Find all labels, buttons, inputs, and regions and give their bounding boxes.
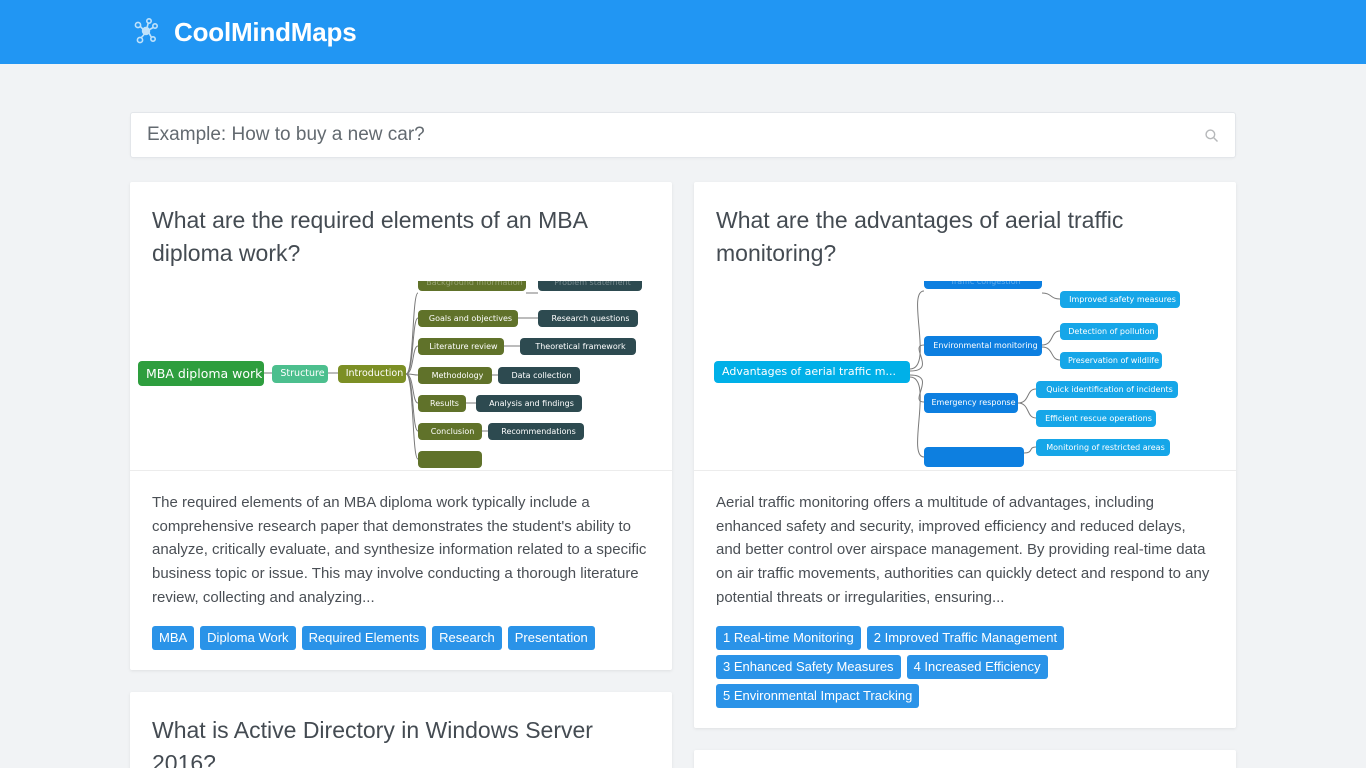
mindmap-node[interactable]: Advantages of aerial traffic m...	[714, 360, 910, 383]
mindmap-node-label: Recommendations	[501, 426, 576, 436]
card-tag[interactable]: 5 Environmental Impact Tracking	[716, 683, 920, 708]
mindmap-node[interactable]: Recommendations	[488, 422, 584, 440]
mindmap-node-label: Detection of pollution	[1068, 326, 1155, 336]
mindmap-canvas: Advantages of aerial traffic m... Traffic…	[694, 280, 1236, 470]
mindmap-node[interactable]: Security surveillance	[924, 446, 1024, 467]
card-tag[interactable]: 2 Improved Traffic Management	[866, 625, 1065, 650]
mindmap-node-label: Problem statement	[554, 280, 631, 288]
mindmap-node[interactable]: Conclusion	[418, 422, 482, 440]
mindmap-node[interactable]: Detection of pollution	[1060, 322, 1158, 340]
mindmap-node[interactable]: Data collection	[498, 366, 580, 384]
mindmap-node[interactable]: Improved safety measures	[1060, 290, 1180, 308]
mindmap-node-label: Analysis and findings	[489, 398, 574, 408]
mindmap-node-label: Research questions	[551, 313, 630, 323]
brand-name: CoolMindMaps	[174, 16, 357, 47]
mindmap-node[interactable]: MBA diploma work	[138, 360, 264, 386]
mindmap-node[interactable]: Preservation of wildlife	[1060, 351, 1162, 369]
mindmap-node-label: Introduction	[345, 368, 404, 380]
mindmap-node-label: Security surveillance	[935, 452, 1019, 461]
mindmap-node-label: Conclusion	[430, 426, 475, 436]
card-excerpt: Aerial traffic monitoring offers a multi…	[716, 493, 1210, 607]
mindmap-node-label: Preservation of wildlife	[1067, 355, 1160, 365]
mindmap-node[interactable]: Methodology	[418, 366, 492, 384]
mindmap-node-label: Monitoring of restricted areas	[1046, 442, 1165, 452]
mindmap-node-label: Improved safety measures	[1069, 294, 1176, 304]
mindmap-node-label: Theoretical framework	[535, 341, 626, 351]
mindmap-viewport[interactable]: MBA diploma work Structure Introduction Bac…	[130, 280, 672, 471]
mindmap-node-label: Results	[430, 398, 459, 408]
card-tag-list: MBA Diploma Work Required Elements Research…	[130, 625, 672, 670]
mindmap-node-label: Advantages of aerial traffic m...	[722, 365, 897, 379]
app-header: CoolMindMaps	[0, 0, 1366, 64]
card-title[interactable]: What are the advantages of aerial traffi…	[694, 182, 1236, 281]
card-tag[interactable]: 3 Enhanced Safety Measures	[716, 654, 901, 679]
network-nodes-icon	[130, 15, 164, 49]
results-column-left: What are the required elements of an MBA…	[130, 182, 672, 768]
mindmap-node[interactable]: Goals and objectives	[418, 309, 518, 327]
card-tag[interactable]: Required Elements	[301, 625, 427, 650]
card-tag[interactable]: 1 Real-time Monitoring	[716, 625, 861, 650]
result-card[interactable]: What are the advantages of aerial traffi…	[694, 182, 1236, 728]
results-column-right: What are the advantages of aerial traffi…	[694, 182, 1236, 768]
search-input[interactable]	[147, 124, 1204, 146]
mindmap-node[interactable]: Literature review	[418, 337, 504, 355]
card-tag[interactable]: Research	[432, 625, 502, 650]
result-card[interactable]: What are the required elements of an MBA…	[130, 182, 672, 670]
mindmap-node-label: Efficient rescue operations	[1045, 413, 1152, 423]
mindmap-node-label: Data collection	[511, 370, 572, 380]
mindmap-node[interactable]: Efficient rescue operations	[1036, 409, 1156, 427]
card-title[interactable]: What is Active Directory in Windows Serv…	[130, 692, 672, 768]
mindmap-viewport[interactable]: Advantages of aerial traffic m... Traffic…	[694, 280, 1236, 471]
mindmap-node[interactable]: Traffic congestion	[924, 280, 1042, 289]
mindmap-canvas: MBA diploma work Structure Introduction Bac…	[130, 280, 672, 470]
mindmap-node[interactable]: Results	[418, 394, 466, 412]
mindmap-node[interactable]: Introduction	[338, 364, 406, 383]
result-card[interactable]: What is Active Directory in Windows Serv…	[130, 691, 672, 768]
results-grid: What are the required elements of an MBA…	[130, 182, 1236, 768]
mindmap-node[interactable]: Theoretical framework	[520, 337, 636, 355]
mindmap-node-label: Traffic congestion	[950, 280, 1021, 287]
card-excerpt: The required elements of an MBA diploma …	[152, 493, 647, 607]
mindmap-node-label: Structure	[280, 368, 325, 380]
mindmap-node-label: References	[430, 455, 474, 464]
card-tag-list: 1 Real-time Monitoring 2 Improved Traffic…	[694, 625, 1236, 728]
card-title[interactable]: What are the required elements of an MBA…	[130, 182, 672, 281]
mindmap-node[interactable]: References	[418, 450, 482, 468]
mindmap-node-label: Goals and objectives	[428, 313, 513, 323]
card-tag[interactable]: Presentation	[507, 625, 595, 650]
card-tag[interactable]: 4 Increased Efficiency	[906, 654, 1048, 679]
mindmap-node-label: MBA diploma work	[146, 365, 263, 381]
card-title[interactable]: How can aerial traffic monitoring method…	[694, 750, 1236, 768]
mindmap-node[interactable]: Problem statement	[538, 280, 642, 291]
result-card[interactable]: How can aerial traffic monitoring method…	[694, 749, 1236, 768]
mindmap-node[interactable]: Research questions	[538, 309, 638, 327]
mindmap-node[interactable]: Structure	[272, 364, 328, 383]
mindmap-node[interactable]: Emergency response	[924, 392, 1018, 413]
mindmap-node[interactable]: Environmental monitoring	[924, 335, 1042, 356]
page-container: What are the required elements of an MBA…	[0, 112, 1366, 768]
mindmap-node[interactable]: Monitoring of restricted areas	[1036, 438, 1170, 456]
mindmap-node-label: Background information	[426, 280, 523, 288]
mindmap-node[interactable]: Background information	[418, 280, 526, 291]
mindmap-node-label: Quick identification of incidents	[1046, 384, 1173, 394]
mindmap-node[interactable]: Quick identification of incidents	[1036, 380, 1178, 398]
card-tag[interactable]: Diploma Work	[200, 625, 296, 650]
mindmap-node-label: Literature review	[429, 341, 498, 351]
search-icon[interactable]	[1204, 128, 1219, 143]
mindmap-node-label: Emergency response	[931, 398, 1016, 408]
brand-logo[interactable]: CoolMindMaps	[130, 15, 357, 49]
mindmap-node[interactable]: Analysis and findings	[476, 394, 582, 412]
search-bar[interactable]	[130, 112, 1236, 158]
mindmap-node-label: Environmental monitoring	[933, 341, 1038, 351]
mindmap-node-label: Methodology	[431, 370, 484, 380]
card-tag[interactable]: MBA	[152, 625, 195, 650]
